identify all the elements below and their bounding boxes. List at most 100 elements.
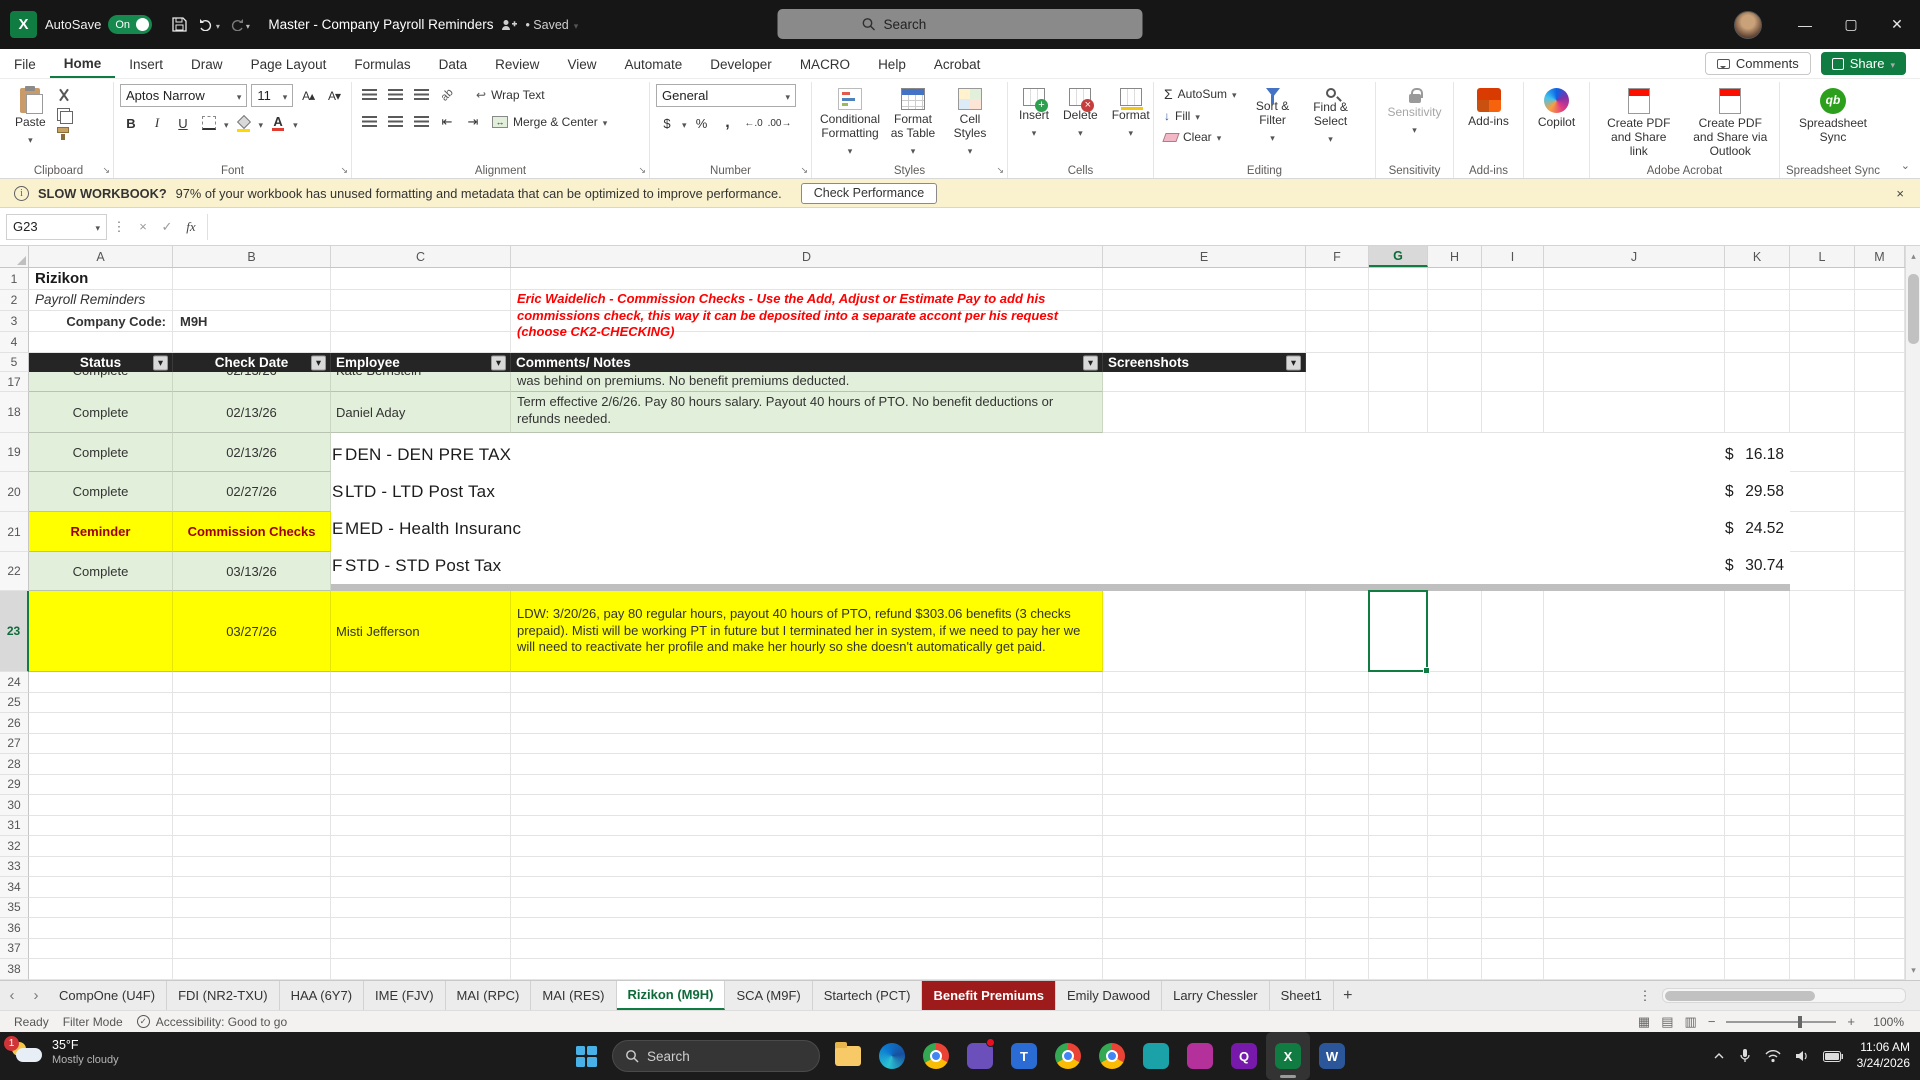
font-dialog-launcher-icon[interactable] bbox=[340, 165, 348, 176]
page-break-view-icon[interactable] bbox=[1685, 1014, 1697, 1030]
word-icon[interactable] bbox=[1310, 1032, 1354, 1080]
align-top-icon[interactable] bbox=[361, 89, 377, 101]
cell-b18[interactable]: 02/13/26 bbox=[173, 392, 331, 433]
cell-b17[interactable]: 02/13/26 bbox=[173, 372, 331, 392]
column-header-j[interactable]: J bbox=[1544, 246, 1725, 267]
row-header-2[interactable]: 2 bbox=[0, 290, 29, 311]
cell-b3-company-code-value[interactable]: M9H bbox=[180, 314, 207, 329]
fill-color-icon[interactable] bbox=[237, 117, 251, 132]
page-layout-view-icon[interactable] bbox=[1661, 1014, 1673, 1030]
align-bottom-icon[interactable] bbox=[413, 89, 429, 101]
column-header-m[interactable]: M bbox=[1855, 246, 1905, 267]
font-color-icon[interactable] bbox=[272, 115, 284, 132]
wifi-icon[interactable] bbox=[1765, 1049, 1781, 1063]
increase-decimal-icon[interactable] bbox=[743, 112, 765, 134]
sheet-nav-left-icon[interactable] bbox=[0, 981, 24, 1010]
find-select-button[interactable]: Find & Select bbox=[1305, 84, 1357, 161]
tab-acrobat[interactable]: Acrobat bbox=[920, 49, 995, 78]
teams-icon[interactable] bbox=[1002, 1032, 1046, 1080]
worksheet-grid[interactable]: 1 2 3 4 5 Status Check Date Employee Com… bbox=[0, 268, 1905, 980]
row-header-35[interactable]: 35 bbox=[0, 897, 29, 919]
conditional-formatting-button[interactable]: Conditional Formatting bbox=[818, 84, 882, 161]
font-size-select[interactable]: 11 bbox=[251, 84, 294, 107]
cell-c17[interactable]: Kate Bernstein bbox=[331, 372, 511, 392]
copy-icon[interactable] bbox=[56, 108, 73, 124]
cell-a18[interactable]: Complete bbox=[29, 392, 173, 433]
tab-help[interactable]: Help bbox=[864, 49, 920, 78]
status-filter-icon[interactable] bbox=[153, 355, 168, 370]
create-pdf-outlook-button[interactable]: Create PDF and Share via Outlook bbox=[1688, 84, 1774, 161]
column-header-d[interactable]: D bbox=[511, 246, 1103, 267]
zoom-in-icon[interactable] bbox=[1847, 1014, 1855, 1029]
tab-insert[interactable]: Insert bbox=[115, 49, 177, 78]
sheet-tab-mai-rpc[interactable]: MAI (RPC) bbox=[446, 981, 532, 1010]
titlebar-search-input[interactable]: Search bbox=[777, 9, 1143, 39]
tray-expand-icon[interactable] bbox=[1713, 1052, 1725, 1060]
chat-app-icon[interactable] bbox=[958, 1032, 1002, 1080]
cell-d2-commission-note[interactable]: Eric Waidelich - Commission Checks - Use… bbox=[517, 291, 1102, 341]
excel-taskbar-icon[interactable] bbox=[1266, 1032, 1310, 1080]
column-header-i[interactable]: I bbox=[1482, 246, 1544, 267]
start-button[interactable] bbox=[566, 1032, 606, 1080]
q-app-icon[interactable] bbox=[1222, 1032, 1266, 1080]
redo-button[interactable] bbox=[224, 9, 254, 41]
excel-app-icon[interactable] bbox=[10, 11, 37, 38]
align-right-icon[interactable] bbox=[413, 116, 429, 128]
undo-button[interactable] bbox=[194, 9, 224, 41]
close-button[interactable]: ✕ bbox=[1874, 0, 1920, 49]
fill-color-caret-icon[interactable] bbox=[259, 116, 264, 131]
comments-button[interactable]: Comments bbox=[1704, 52, 1811, 75]
clock[interactable]: 11:06 AM 3/24/2026 bbox=[1857, 1040, 1910, 1071]
comma-style-icon[interactable] bbox=[717, 112, 739, 134]
tab-macro[interactable]: MACRO bbox=[786, 49, 864, 78]
zoom-level[interactable]: 100% bbox=[1866, 1015, 1904, 1029]
borders-icon[interactable] bbox=[202, 116, 216, 130]
select-all-corner[interactable] bbox=[0, 246, 29, 267]
new-sheet-icon[interactable] bbox=[1334, 981, 1362, 1010]
header-employee[interactable]: Employee bbox=[331, 353, 511, 372]
sheet-tab-rizikon-active[interactable]: Rizikon (M9H) bbox=[616, 981, 726, 1010]
sheet-tab-sheet1[interactable]: Sheet1 bbox=[1270, 981, 1334, 1010]
sheet-tab-fdi[interactable]: FDI (NR2-TXU) bbox=[167, 981, 280, 1010]
comments-filter-icon[interactable] bbox=[1083, 355, 1098, 370]
clipboard-dialog-launcher-icon[interactable] bbox=[102, 165, 110, 176]
warning-close-icon[interactable] bbox=[1896, 186, 1904, 201]
save-button[interactable] bbox=[164, 9, 194, 41]
header-check-date[interactable]: Check Date bbox=[173, 353, 331, 372]
decrease-indent-icon[interactable]: ⇤ bbox=[436, 111, 458, 133]
sensitivity-button[interactable]: Sensitivity bbox=[1382, 84, 1447, 137]
cell-b22[interactable]: 03/13/26 bbox=[173, 552, 331, 591]
fill-handle[interactable] bbox=[1423, 667, 1430, 674]
sheet-tab-haa[interactable]: HAA (6Y7) bbox=[280, 981, 365, 1010]
accounting-caret-icon[interactable] bbox=[682, 116, 687, 131]
bold-icon[interactable] bbox=[120, 112, 142, 134]
tab-automate[interactable]: Automate bbox=[610, 49, 696, 78]
cell-a21[interactable]: Reminder bbox=[29, 512, 173, 552]
row-header-25[interactable]: 25 bbox=[0, 692, 29, 714]
orientation-icon[interactable] bbox=[436, 84, 458, 106]
sheet-tab-compone[interactable]: CompOne (U4F) bbox=[48, 981, 168, 1010]
column-header-c[interactable]: C bbox=[331, 246, 511, 267]
increase-indent-icon[interactable]: ⇥ bbox=[462, 111, 484, 133]
weather-widget[interactable]: 1 35°F Mostly cloudy bbox=[4, 1035, 119, 1067]
chrome-icon[interactable] bbox=[914, 1032, 958, 1080]
column-header-a[interactable]: A bbox=[29, 246, 173, 267]
tab-home[interactable]: Home bbox=[49, 49, 116, 78]
cell-d23[interactable]: LDW: 3/20/26, pay 80 regular hours, payo… bbox=[511, 591, 1103, 672]
column-header-g[interactable]: G bbox=[1369, 246, 1428, 267]
sheet-options-icon[interactable] bbox=[1632, 981, 1658, 1010]
tab-view[interactable]: View bbox=[553, 49, 610, 78]
row-header-38[interactable]: 38 bbox=[0, 959, 29, 980]
italic-icon[interactable] bbox=[146, 112, 168, 134]
minimize-button[interactable]: — bbox=[1782, 0, 1828, 49]
sheet-tab-mai-res[interactable]: MAI (RES) bbox=[531, 981, 617, 1010]
accounting-format-icon[interactable] bbox=[656, 112, 678, 134]
scroll-down-icon[interactable] bbox=[1906, 962, 1920, 978]
decrease-font-icon[interactable] bbox=[323, 85, 345, 107]
cell-a20[interactable]: Complete bbox=[29, 472, 173, 512]
vertical-scroll-thumb[interactable] bbox=[1908, 274, 1919, 344]
sort-filter-button[interactable]: Sort & Filter bbox=[1245, 84, 1301, 161]
formula-bar-divider-icon[interactable] bbox=[107, 214, 131, 240]
paste-button[interactable]: Paste bbox=[10, 84, 51, 147]
column-header-f[interactable]: F bbox=[1306, 246, 1369, 267]
